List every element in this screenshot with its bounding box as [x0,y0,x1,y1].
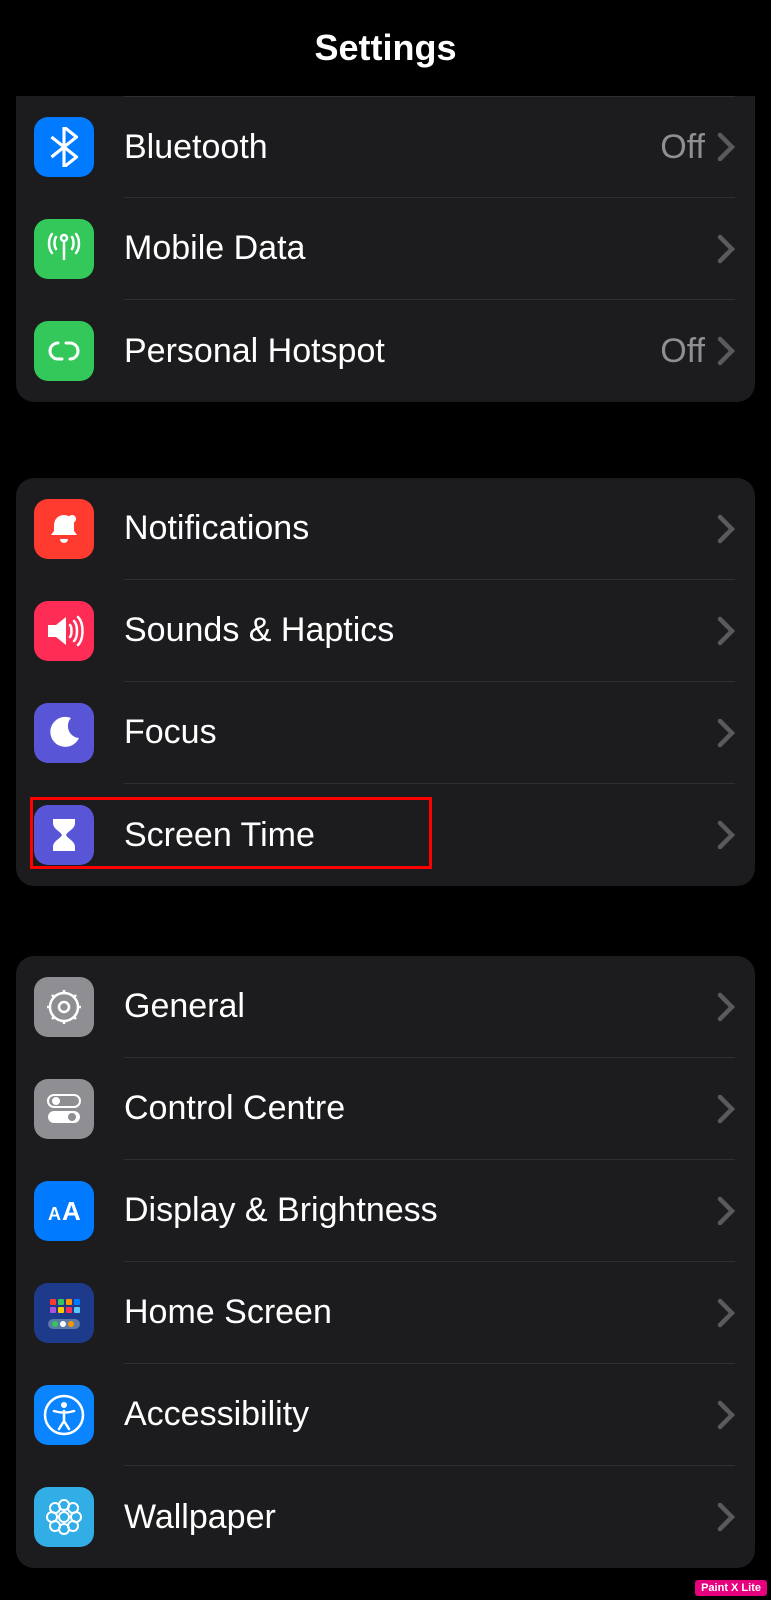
settings-group-notifications: Notifications Sounds & Haptics Focus [16,478,755,886]
row-label: Notifications [124,509,717,548]
chevron-right-icon [717,992,735,1022]
hotspot-icon [34,321,94,381]
chevron-right-icon [717,1196,735,1226]
content: Bluetooth Off Mobile Data Personal Hotsp… [0,96,771,1568]
flower-icon [34,1487,94,1547]
bluetooth-icon [34,117,94,177]
antenna-icon [34,219,94,279]
row-label: Mobile Data [124,229,717,268]
settings-row-wallpaper[interactable]: Wallpaper [16,1466,755,1568]
row-label: General [124,987,717,1026]
settings-row-personal-hotspot[interactable]: Personal Hotspot Off [16,300,755,402]
row-label: Wallpaper [124,1498,717,1537]
row-label: Home Screen [124,1293,717,1332]
chevron-right-icon [717,1298,735,1328]
chevron-right-icon [717,132,735,162]
row-label: Bluetooth [124,128,660,167]
svg-text:A: A [48,1204,61,1224]
row-label: Accessibility [124,1395,717,1434]
row-value: Off [660,128,705,167]
grid-icon [34,1283,94,1343]
chevron-right-icon [717,820,735,850]
moon-icon [34,703,94,763]
chevron-right-icon [717,718,735,748]
settings-row-control-centre[interactable]: Control Centre [16,1058,755,1160]
toggles-icon [34,1079,94,1139]
text-size-icon: AA [34,1181,94,1241]
chevron-right-icon [717,1400,735,1430]
hourglass-icon [34,805,94,865]
chevron-right-icon [717,616,735,646]
settings-row-home-screen[interactable]: Home Screen [16,1262,755,1364]
bell-icon [34,499,94,559]
watermark: Paint X Lite [695,1580,767,1596]
page-title: Settings [314,27,456,69]
settings-group-connectivity: Bluetooth Off Mobile Data Personal Hotsp… [16,96,755,402]
settings-row-focus[interactable]: Focus [16,682,755,784]
header: Settings [0,0,771,96]
settings-row-sounds[interactable]: Sounds & Haptics [16,580,755,682]
settings-row-notifications[interactable]: Notifications [16,478,755,580]
gear-icon [34,977,94,1037]
settings-row-mobile-data[interactable]: Mobile Data [16,198,755,300]
settings-group-general: General Control Centre AA Display & Brig… [16,956,755,1568]
svg-text:A: A [62,1196,81,1226]
row-label: Sounds & Haptics [124,611,717,650]
speaker-icon [34,601,94,661]
row-value: Off [660,332,705,371]
chevron-right-icon [717,1094,735,1124]
chevron-right-icon [717,1502,735,1532]
settings-row-display[interactable]: AA Display & Brightness [16,1160,755,1262]
settings-row-screen-time[interactable]: Screen Time [16,784,755,886]
chevron-right-icon [717,234,735,264]
row-label: Personal Hotspot [124,332,660,371]
chevron-right-icon [717,514,735,544]
row-label: Focus [124,713,717,752]
accessibility-icon [34,1385,94,1445]
settings-row-bluetooth[interactable]: Bluetooth Off [16,96,755,198]
settings-row-accessibility[interactable]: Accessibility [16,1364,755,1466]
row-label: Control Centre [124,1089,717,1128]
settings-row-general[interactable]: General [16,956,755,1058]
row-label: Display & Brightness [124,1191,717,1230]
row-label: Screen Time [124,816,717,855]
chevron-right-icon [717,336,735,366]
